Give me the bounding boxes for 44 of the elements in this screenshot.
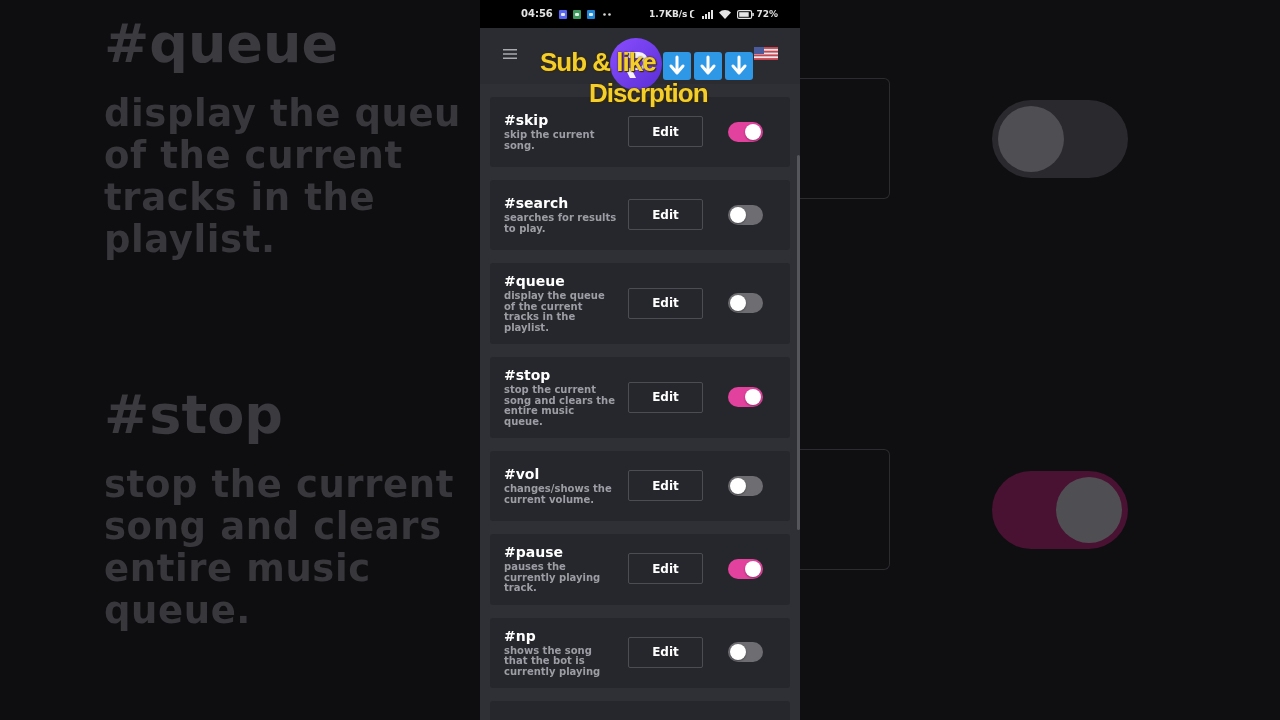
toggle-switch[interactable] bbox=[728, 558, 763, 579]
signal-icon bbox=[702, 9, 714, 19]
app-icon bbox=[558, 9, 567, 19]
edit-button[interactable]: Edit bbox=[628, 287, 703, 319]
network-speed: 1.7KB/s bbox=[649, 8, 688, 20]
edit-button[interactable]: Edit bbox=[628, 553, 703, 585]
battery-level: 72% bbox=[756, 8, 778, 20]
menu-icon bbox=[503, 49, 517, 59]
edit-button[interactable]: Edit bbox=[628, 116, 703, 147]
command-description: shows the song that the bot is currently playing bbox=[504, 645, 601, 677]
app-icon bbox=[586, 9, 595, 19]
toggle-switch[interactable] bbox=[728, 293, 763, 313]
command-description: stop the current song and clears the entire music queue. bbox=[504, 385, 616, 427]
app-icon bbox=[572, 9, 581, 19]
overlay-caption: Discrption bbox=[589, 79, 708, 108]
battery-icon bbox=[737, 9, 755, 19]
command-description: display the queue of the current tracks in the playlist. bbox=[504, 291, 605, 333]
wifi-icon bbox=[719, 9, 732, 19]
command-name: #pause bbox=[504, 544, 563, 561]
toggle-switch[interactable] bbox=[728, 642, 763, 663]
command-description: changes/shows the current volume. bbox=[504, 484, 612, 505]
edit-button[interactable]: Edit bbox=[628, 199, 703, 230]
command-name: #vol bbox=[504, 466, 540, 483]
command-name: #queue bbox=[504, 273, 565, 290]
edit-button[interactable]: Edit bbox=[628, 470, 703, 501]
status-time: 04:56 bbox=[521, 8, 553, 20]
menu-button[interactable] bbox=[503, 49, 517, 59]
toggle-switch[interactable] bbox=[728, 121, 763, 142]
edit-button[interactable]: Edit bbox=[628, 636, 703, 668]
command-description: skip the current song. bbox=[504, 130, 595, 151]
scrollbar[interactable] bbox=[797, 155, 800, 530]
command-name: #stop bbox=[504, 367, 551, 384]
toggle-switch[interactable] bbox=[728, 475, 763, 496]
edit-button[interactable]: Edit bbox=[628, 381, 703, 413]
moon-icon bbox=[690, 10, 697, 18]
command-description: pauses the currently playing track. bbox=[504, 562, 601, 594]
more-icon bbox=[602, 12, 611, 16]
command-name: #skip bbox=[504, 112, 549, 129]
command-description: searches for results to play. bbox=[504, 213, 617, 234]
command-name: #search bbox=[504, 195, 569, 212]
toggle-switch[interactable] bbox=[728, 387, 763, 407]
toggle-switch[interactable] bbox=[728, 204, 763, 225]
flag-icon[interactable] bbox=[754, 46, 778, 60]
command-name: #np bbox=[504, 627, 536, 645]
